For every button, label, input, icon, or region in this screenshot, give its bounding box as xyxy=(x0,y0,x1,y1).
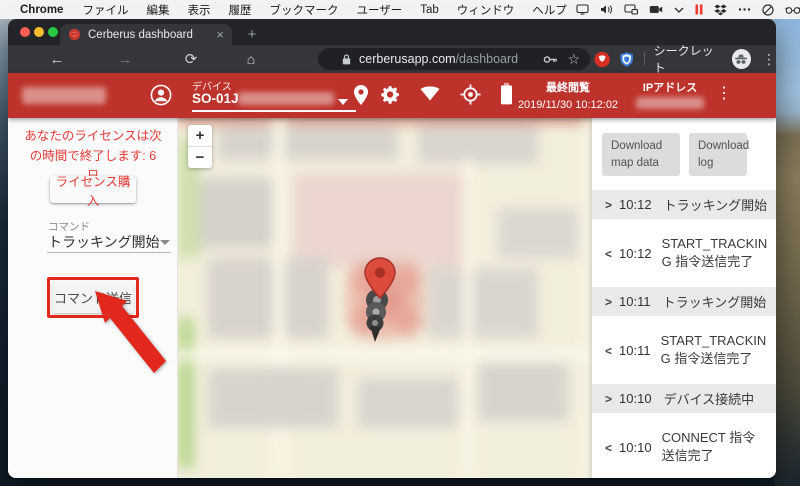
bookmark-star-icon[interactable]: ☆ xyxy=(567,51,580,68)
volume-icon[interactable] xyxy=(600,4,613,15)
log-entry[interactable]: > 10:10 デバイス接続中 xyxy=(592,384,776,414)
cerberus-favicon xyxy=(68,28,81,41)
last-seen-value: 2019/11/30 10:12:02 xyxy=(517,99,619,111)
pause-icon[interactable] xyxy=(695,4,703,15)
header-menu-icon[interactable]: ⋮ xyxy=(716,83,732,103)
address-bar[interactable]: cerberusapp.com/dashboard ☆ xyxy=(318,48,590,70)
buy-license-button[interactable]: ライセンス購入 xyxy=(50,175,136,208)
map-area[interactable]: + − xyxy=(178,118,592,478)
menu-item-edit[interactable]: 編集 xyxy=(146,2,169,18)
settings-gear-icon[interactable] xyxy=(380,84,401,105)
zoom-out-button[interactable]: − xyxy=(188,147,212,168)
outgoing-chevron-icon: > xyxy=(605,197,613,212)
chevron-down-icon[interactable] xyxy=(674,7,684,13)
outgoing-chevron-icon: > xyxy=(605,391,613,406)
outgoing-chevron-icon: > xyxy=(605,294,613,309)
camera-icon[interactable] xyxy=(649,5,663,14)
zoom-in-button[interactable]: + xyxy=(188,125,212,146)
log-entry[interactable]: <10:12 START_TRACKING 指令送信完了 xyxy=(592,232,776,275)
download-log-button[interactable]: Download log xyxy=(689,133,749,177)
browser-toolbar: ← → ⟳ ⌂ cerberusapp.com/dashboard ☆ シークレ… xyxy=(8,44,776,75)
home-icon[interactable]: ⌂ xyxy=(238,51,264,67)
lock-icon[interactable] xyxy=(342,53,351,65)
username-redacted xyxy=(22,87,106,104)
menu-item-help[interactable]: ヘルプ xyxy=(532,2,567,18)
forward-icon[interactable]: → xyxy=(112,51,138,68)
menu-item-chrome[interactable]: Chrome xyxy=(20,4,63,16)
device-dropdown-icon[interactable] xyxy=(338,99,348,105)
reload-icon[interactable]: ⟳ xyxy=(178,50,204,68)
log-entry[interactable]: <10:10 CONNECT 指令送信完了 xyxy=(592,426,776,469)
location-pin-icon[interactable] xyxy=(352,84,370,106)
macos-menu-bar: Chrome ファイル 編集 表示 履歴 ブックマーク ユーザー Tab ウィン… xyxy=(0,0,800,19)
send-command-button[interactable]: コマンド送信 xyxy=(52,282,134,313)
account-icon[interactable] xyxy=(150,84,172,106)
desktop-wallpaper xyxy=(774,19,800,486)
sidecar-glasses-icon[interactable] xyxy=(784,6,800,14)
dropbox-icon[interactable] xyxy=(714,4,727,16)
url-path: /dashboard xyxy=(455,52,519,66)
command-select[interactable]: トラッキング開始 xyxy=(48,232,160,252)
menu-item-users[interactable]: ユーザー xyxy=(356,2,402,18)
window-close-button[interactable] xyxy=(20,27,30,37)
menu-item-view[interactable]: 表示 xyxy=(187,2,210,18)
incoming-chevron-icon: < xyxy=(605,440,613,455)
url-text: cerberusapp.com/dashboard xyxy=(359,52,518,66)
back-icon[interactable]: ← xyxy=(44,51,70,68)
last-seen-label: 最終閲覧 xyxy=(546,82,590,94)
do-not-disturb-icon[interactable] xyxy=(762,3,774,16)
command-select-underline xyxy=(47,252,171,253)
password-key-icon[interactable] xyxy=(543,55,558,64)
tab-title: Cerberus dashboard xyxy=(88,28,193,41)
device-select-underline xyxy=(192,110,356,112)
url-host: cerberusapp.com xyxy=(359,52,456,66)
menu-item-bookmarks[interactable]: ブックマーク xyxy=(269,2,338,18)
device-select[interactable]: SO-01J xyxy=(192,91,239,106)
ip-address-label: IPアドレス xyxy=(642,82,698,94)
log-panel: Download map data Download log > 10:12 ト… xyxy=(592,118,776,478)
gps-locate-icon[interactable] xyxy=(460,84,481,105)
incognito-avatar[interactable] xyxy=(731,49,751,69)
window-minimize-button[interactable] xyxy=(34,27,44,37)
incoming-chevron-icon: < xyxy=(605,246,613,261)
incognito-label: シークレット xyxy=(653,44,714,75)
log-entry[interactable]: <10:11 START_TRACKING 指令送信完了 xyxy=(592,329,776,372)
left-sidebar: あなたのライセンスは次の時間で終了します: 6 日 ライセンス購入 コマンド ト… xyxy=(8,118,178,478)
log-entry[interactable]: > 10:12 トラッキング開始 xyxy=(592,190,776,220)
window-zoom-button[interactable] xyxy=(48,27,58,37)
menu-item-tab[interactable]: Tab xyxy=(420,4,439,16)
log-entry[interactable]: > 10:11 トラッキング開始 xyxy=(592,287,776,317)
map-zoom-control: + − xyxy=(188,125,212,168)
browser-menu-icon[interactable]: ⋮ xyxy=(762,51,776,68)
shield-extension-icon[interactable] xyxy=(619,51,634,68)
screen-share-icon[interactable] xyxy=(624,4,638,15)
log-entries: > 10:12 トラッキング開始 <10:12 START_TRACKING 指… xyxy=(592,190,776,478)
display-icon[interactable] xyxy=(576,4,589,15)
device-id-redacted xyxy=(238,92,334,105)
download-map-data-button[interactable]: Download map data xyxy=(602,133,680,177)
toolbar-separator xyxy=(643,52,645,66)
ip-address-redacted xyxy=(636,97,704,109)
app-header: デバイス SO-01J 最終閲覧 2019/11/30 10:12:02 IPア… xyxy=(8,73,776,118)
menu-item-file[interactable]: ファイル xyxy=(82,2,128,18)
cerberus-extension-icon[interactable] xyxy=(594,51,610,68)
tab-cerberus-dashboard[interactable]: Cerberus dashboard × xyxy=(60,24,232,45)
tab-close-icon[interactable]: × xyxy=(216,27,224,42)
incoming-chevron-icon: < xyxy=(605,343,613,358)
command-dropdown-icon[interactable] xyxy=(160,240,170,245)
chrome-window: Cerberus dashboard × + ← → ⟳ ⌂ cerberusa… xyxy=(8,19,776,478)
ellipsis-icon[interactable] xyxy=(738,7,751,12)
menu-item-window[interactable]: ウィンドウ xyxy=(457,2,515,18)
wifi-icon[interactable] xyxy=(420,86,440,101)
new-tab-button[interactable]: + xyxy=(240,24,264,45)
device-location-marker[interactable] xyxy=(350,250,410,350)
menu-item-history[interactable]: 履歴 xyxy=(228,2,251,18)
